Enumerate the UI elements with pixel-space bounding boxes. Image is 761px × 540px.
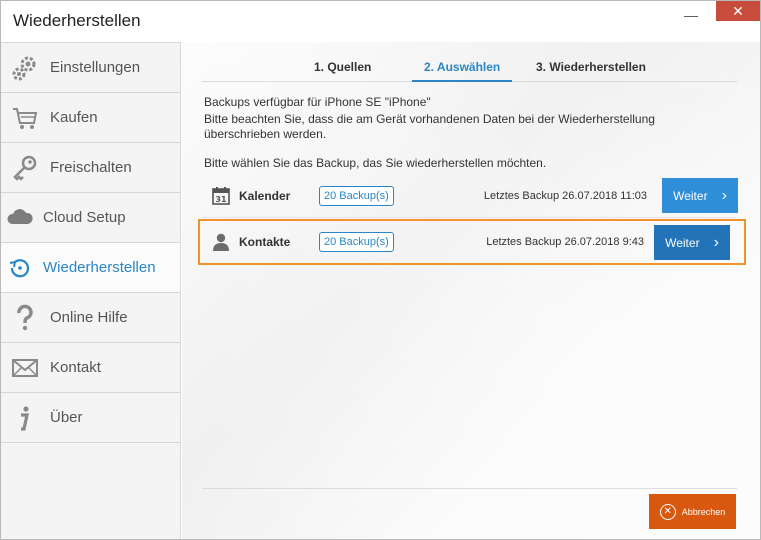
close-button[interactable]: ✕ (716, 1, 760, 21)
sidebar-item-online-hilfe[interactable]: Online Hilfe (1, 293, 180, 343)
sidebar-item-label: Cloud Setup (43, 209, 126, 226)
sidebar: Einstellungen Kaufen Freischalten Cloud … (1, 42, 181, 539)
sidebar-item-label: Kaufen (50, 109, 98, 126)
device-info: Backups verfügbar für iPhone SE "iPhone" (204, 95, 431, 109)
sidebar-item-label: Einstellungen (50, 59, 141, 76)
person-icon (209, 230, 233, 254)
cloud-icon (5, 203, 35, 233)
sidebar-item-einstellungen[interactable]: Einstellungen (1, 43, 180, 93)
envelope-icon (10, 353, 40, 383)
last-backup-date: Letztes Backup 26.07.2018 11:03 (483, 189, 647, 202)
sidebar-item-label: Online Hilfe (50, 309, 128, 326)
sidebar-item-kaufen[interactable]: Kaufen (1, 93, 180, 143)
warning-text: Bitte beachten Sie, dass die am Gerät vo… (204, 112, 655, 141)
sidebar-item-ueber[interactable]: Über (1, 393, 180, 443)
restore-icon (5, 253, 35, 283)
step-tabs: 1. Quellen 2. Auswählen 3. Wiederherstel… (202, 60, 737, 82)
calendar-icon: 31 (209, 184, 233, 208)
chevron-right-icon: › (713, 233, 719, 251)
tab-quellen[interactable]: 1. Quellen (302, 60, 383, 82)
minimize-button[interactable]: — (676, 3, 706, 27)
svg-text:31: 31 (215, 195, 227, 204)
title-bar: Wiederherstellen — ✕ (1, 1, 760, 42)
sidebar-item-label: Freischalten (50, 159, 132, 176)
chevron-right-icon: › (721, 186, 727, 204)
cancel-button[interactable]: ✕ Abbrechen (649, 494, 736, 529)
backup-count-badge[interactable]: 20 Backup(s) (319, 185, 394, 206)
row-name: Kontakte (239, 235, 291, 249)
key-icon (10, 153, 40, 183)
sidebar-item-label: Über (50, 409, 83, 426)
weiter-label: Weiter (673, 188, 708, 203)
divider (202, 488, 737, 489)
sidebar-item-cloud-setup[interactable]: Cloud Setup (1, 193, 180, 243)
weiter-button[interactable]: Weiter › (654, 225, 730, 260)
row-name: Kalender (239, 188, 291, 203)
list-item-kalender: 31 Kalender 20 Backup(s) Letztes Backup … (202, 174, 738, 218)
main-panel: 1. Quellen 2. Auswählen 3. Wiederherstel… (182, 42, 760, 539)
gear-icon (10, 53, 40, 83)
cart-icon (10, 103, 40, 133)
sidebar-item-label: Wiederherstellen (43, 259, 156, 276)
close-circle-icon: ✕ (659, 503, 676, 520)
app-window: Wiederherstellen — ✕ Einstellungen Kaufe… (0, 0, 761, 540)
list-item-kontakte: Kontakte 20 Backup(s) Letztes Backup 26.… (198, 219, 746, 265)
weiter-label: Weiter (665, 235, 700, 250)
tab-auswaehlen[interactable]: 2. Auswählen (412, 60, 513, 82)
sidebar-item-freischalten[interactable]: Freischalten (1, 143, 180, 193)
window-title: Wiederherstellen (13, 11, 141, 30)
backup-count-badge[interactable]: 20 Backup(s) (319, 232, 394, 252)
tab-wiederherstellen[interactable]: 3. Wiederherstellen (524, 60, 658, 82)
sidebar-item-wiederherstellen[interactable]: Wiederherstellen (1, 243, 180, 293)
sidebar-item-label: Kontakt (50, 359, 101, 376)
question-icon (10, 303, 40, 333)
last-backup-date: Letztes Backup 26.07.2018 9:43 (486, 236, 644, 248)
sidebar-item-kontakt[interactable]: Kontakt (1, 343, 180, 393)
select-instruction: Bitte wählen Sie das Backup, das Sie wie… (204, 156, 547, 170)
info-icon (10, 403, 40, 433)
weiter-button[interactable]: Weiter › (662, 178, 738, 213)
cancel-label: Abbrechen (681, 506, 726, 517)
